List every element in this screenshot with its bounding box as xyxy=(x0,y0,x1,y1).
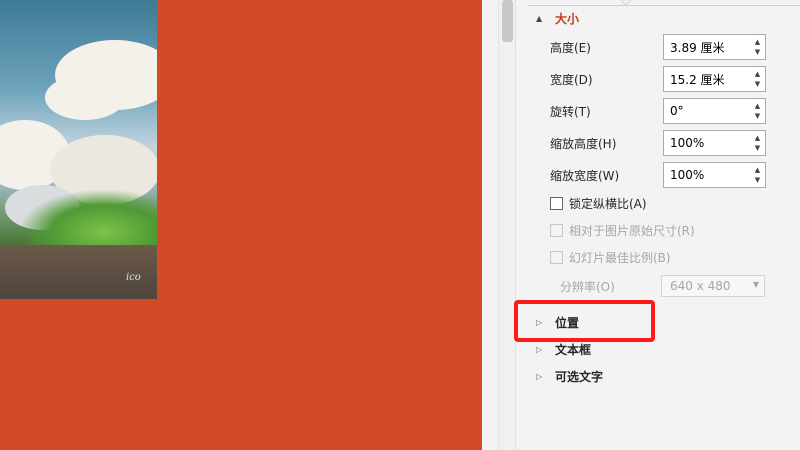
chevron-down-icon: ▼ xyxy=(752,280,759,289)
slide-canvas[interactable]: ico xyxy=(0,0,482,450)
scale-width-row: 缩放宽度(W) 100% ▲ ▼ xyxy=(550,162,766,188)
spin-up-down-icon[interactable]: ▲ ▼ xyxy=(750,35,765,59)
relative-to-original-checkbox: 相对于图片原始尺寸(R) xyxy=(550,221,695,239)
scale-height-row: 缩放高度(H) 100% ▲ ▼ xyxy=(550,130,766,156)
rotation-row: 旋转(T) 0° ▲ ▼ xyxy=(550,98,766,124)
lock-aspect-ratio-checkbox[interactable]: 锁定纵横比(A) xyxy=(550,194,647,212)
scale-height-label: 缩放高度(H) xyxy=(550,136,617,151)
section-size-header[interactable]: ▲ 大小 xyxy=(536,8,579,28)
section-textbox-header[interactable]: ▷ 文本框 xyxy=(536,339,591,359)
rotation-spinner[interactable]: 0° ▲ ▼ xyxy=(663,98,766,124)
rotation-label: 旋转(T) xyxy=(550,104,591,119)
pane-scrollbar[interactable] xyxy=(498,0,515,450)
scale-height-spinner[interactable]: 100% ▲ ▼ xyxy=(663,130,766,156)
scale-width-spinner[interactable]: 100% ▲ ▼ xyxy=(663,162,766,188)
triangle-down-icon: ▲ xyxy=(536,13,543,23)
height-spinner[interactable]: 3.89 厘米 ▲ ▼ xyxy=(663,34,766,60)
triangle-right-icon: ▷ xyxy=(536,371,543,381)
section-textbox-title: 文本框 xyxy=(555,342,592,357)
best-scale-slideshow-checkbox: 幻灯片最佳比例(B) xyxy=(550,248,671,266)
pane-divider xyxy=(515,0,516,450)
height-value[interactable]: 3.89 厘米 xyxy=(664,39,725,56)
checkbox-box[interactable] xyxy=(550,196,563,210)
section-alt-text-title: 可选文字 xyxy=(555,369,604,384)
height-label: 高度(E) xyxy=(550,40,591,55)
tab-indicator xyxy=(620,0,632,6)
width-label: 宽度(D) xyxy=(550,72,593,87)
triangle-right-icon: ▷ xyxy=(536,344,543,354)
spin-up-down-icon[interactable]: ▲ ▼ xyxy=(750,131,765,155)
spin-up-down-icon[interactable]: ▲ ▼ xyxy=(750,99,765,123)
workspace-gap xyxy=(482,0,498,450)
cloud-shape xyxy=(45,75,125,120)
checkbox-box xyxy=(550,250,563,264)
width-spinner[interactable]: 15.2 厘米 ▲ ▼ xyxy=(663,66,766,92)
best-scale-slideshow-label: 幻灯片最佳比例(B) xyxy=(569,250,671,265)
spin-up-down-icon[interactable]: ▲ ▼ xyxy=(750,67,765,91)
format-picture-pane: ▲ 大小 高度(E) 3.89 厘米 ▲ ▼ 宽度(D) 15.2 厘米 ▲ ▼ 旋… xyxy=(498,0,800,450)
scale-width-value[interactable]: 100% xyxy=(664,168,704,182)
slide-picture[interactable]: ico xyxy=(0,0,157,299)
highlight-annotation xyxy=(514,300,655,342)
checkbox-box xyxy=(550,223,563,237)
section-alt-text-header[interactable]: ▷ 可选文字 xyxy=(536,366,603,386)
resolution-dropdown: 640 x 480 ▼ xyxy=(661,275,765,297)
scale-width-label: 缩放宽度(W) xyxy=(550,168,620,183)
image-signature: ico xyxy=(126,272,141,283)
scroll-thumb[interactable] xyxy=(502,0,513,42)
pane-tab-strip xyxy=(528,0,800,6)
resolution-label: 分辨率(O) xyxy=(560,279,615,294)
resolution-row: 分辨率(O) 640 x 480 ▼ xyxy=(560,275,766,297)
resolution-value: 640 x 480 xyxy=(670,279,731,293)
rotation-value[interactable]: 0° xyxy=(664,104,684,118)
height-row: 高度(E) 3.89 厘米 ▲ ▼ xyxy=(550,34,766,60)
scale-height-value[interactable]: 100% xyxy=(664,136,704,150)
width-value[interactable]: 15.2 厘米 xyxy=(664,71,725,88)
width-row: 宽度(D) 15.2 厘米 ▲ ▼ xyxy=(550,66,766,92)
section-size-title: 大小 xyxy=(555,11,580,26)
lock-aspect-ratio-label: 锁定纵横比(A) xyxy=(569,196,647,211)
spin-up-down-icon[interactable]: ▲ ▼ xyxy=(750,163,765,187)
relative-to-original-label: 相对于图片原始尺寸(R) xyxy=(569,223,695,238)
